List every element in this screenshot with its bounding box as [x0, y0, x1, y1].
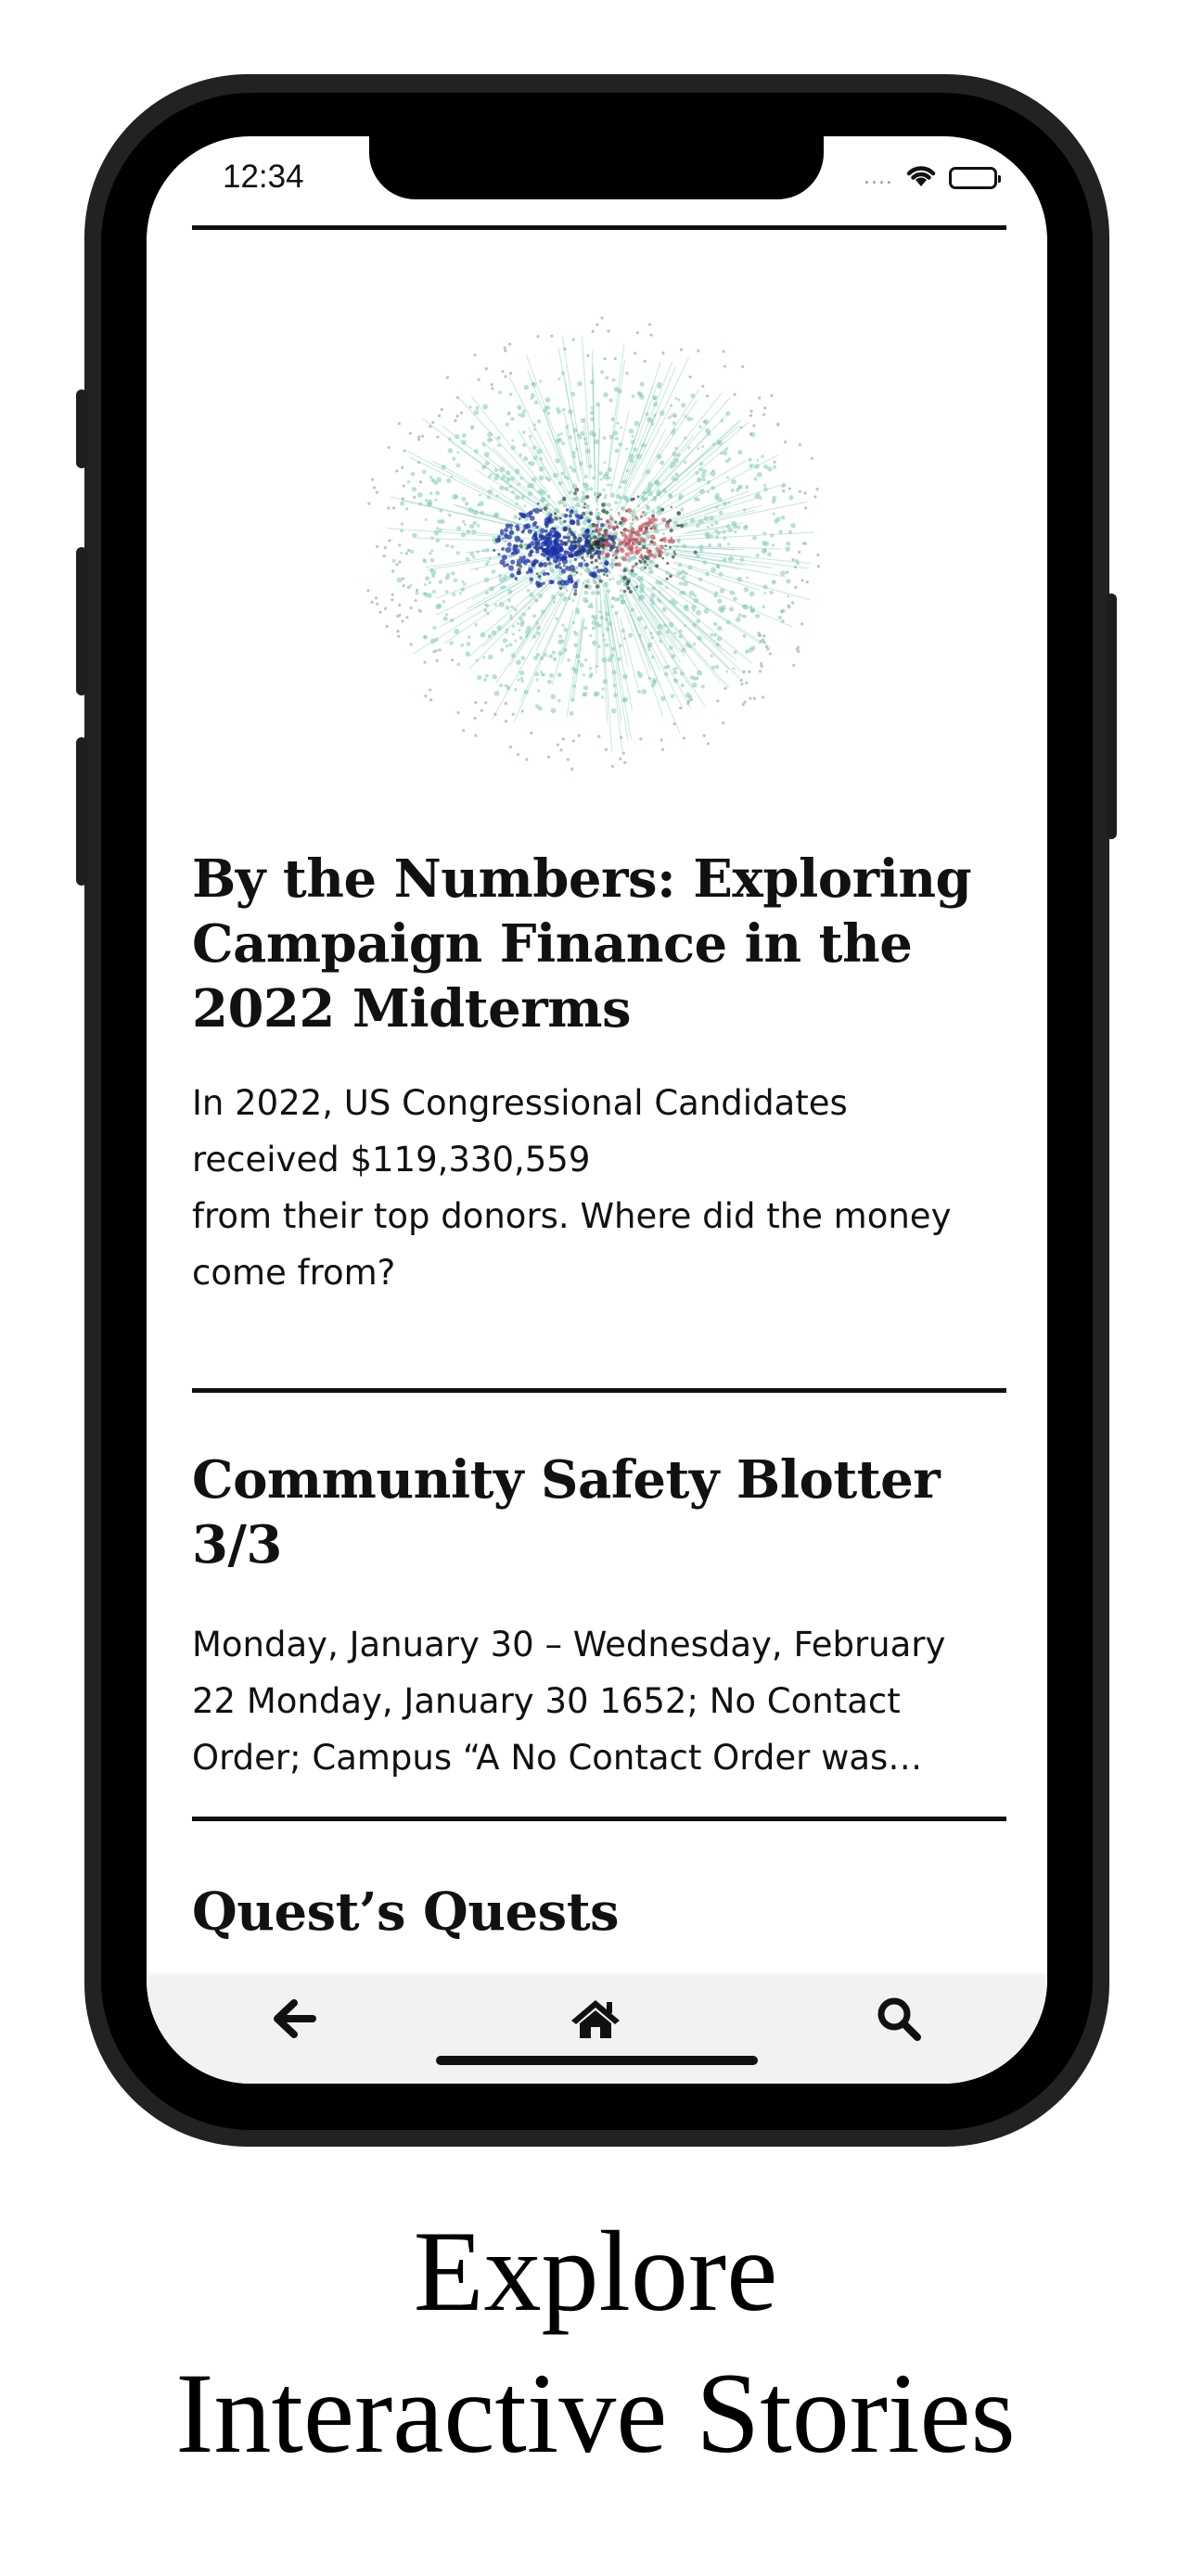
story-title-campaign-finance[interactable]: By the Numbers: Exploring Campaign Finan… [192, 847, 1006, 1041]
title-line: By the Numbers: Exploring [192, 848, 972, 910]
volume-down-button [76, 737, 87, 886]
status-icons: .... [864, 162, 1001, 193]
story-divider [192, 1388, 1006, 1393]
wifi-icon [904, 162, 938, 193]
silent-switch [76, 389, 87, 468]
story-summary-campaign-finance: In 2022, US Congressional Candidates rec… [192, 1075, 1008, 1301]
home-icon [570, 1997, 621, 2045]
summary-line: received $119,330,559 [192, 1140, 591, 1180]
title-line: Campaign Finance in the [192, 913, 913, 975]
summary-line: come from? [192, 1253, 396, 1293]
back-arrow-icon [270, 1997, 316, 2045]
summary-line: Order; Campus “A No Contact Order was… [192, 1738, 923, 1778]
title-line: Community Safety Blotter [192, 1449, 941, 1511]
summary-line: from their top donors. Where did the mon… [192, 1196, 952, 1236]
story-title-quests[interactable]: Quest’s Quests [192, 1880, 1006, 1945]
story-summary-safety-blotter: Monday, January 30 – Wednesday, February… [192, 1616, 1008, 1786]
caption-line-2: Interactive Stories [175, 2350, 1016, 2477]
title-line: 3/3 [192, 1514, 282, 1575]
home-button[interactable] [558, 1988, 633, 2053]
volume-up-button [76, 547, 87, 695]
caption-line-1: Explore [413, 2208, 778, 2335]
story-title-safety-blotter[interactable]: Community Safety Blotter 3/3 [192, 1447, 1006, 1577]
top-divider [192, 225, 1006, 230]
status-time: 12:34 [223, 159, 304, 195]
title-line: 2022 Midterms [192, 978, 632, 1039]
search-button[interactable] [862, 1988, 936, 2053]
summary-line: 22 Monday, January 30 1652; No Contact [192, 1681, 901, 1721]
network-graph-image[interactable] [358, 305, 835, 782]
battery-icon [949, 166, 1001, 189]
search-icon [876, 1996, 922, 2047]
back-button[interactable] [256, 1988, 330, 2053]
summary-line: In 2022, US Congressional Candidates [192, 1083, 848, 1123]
home-indicator [436, 2056, 758, 2065]
signal-icon: .... [864, 166, 893, 189]
bottom-tab-bar [147, 1977, 1047, 2084]
power-button [1106, 593, 1117, 839]
story-divider [192, 1817, 1006, 1821]
summary-line: Monday, January 30 – Wednesday, February [192, 1625, 946, 1664]
phone-screen: 12:34 .... By the Numbers: Exploring Cam… [147, 136, 1047, 2084]
title-line: Quest’s Quests [192, 1881, 620, 1943]
notch [369, 136, 824, 199]
